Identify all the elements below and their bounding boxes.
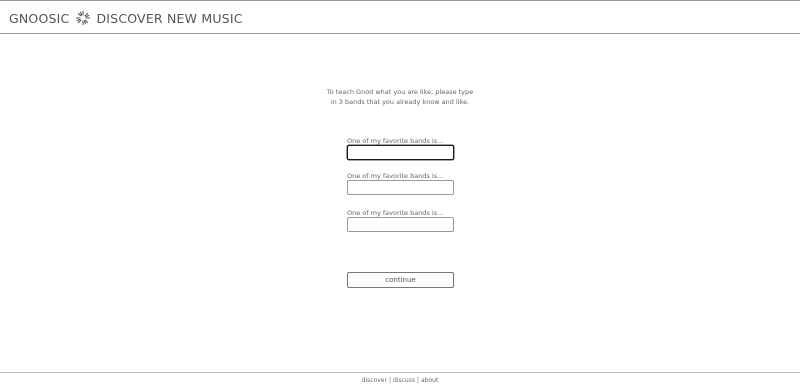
intro-text: To teach Gnod what you are like, please … — [300, 87, 500, 107]
footer-link-discover[interactable]: discover — [362, 377, 387, 384]
band-label-2: One of my favorite bands is... — [347, 172, 444, 180]
gnoosic-page: GNOOSIC DISCOVER NEW MUSIC To teach Gnod… — [0, 0, 800, 389]
footer-link-discuss[interactable]: discuss — [393, 377, 415, 384]
band-field-group-1: One of my favorite bands is... — [347, 137, 454, 160]
brand-home-link[interactable]: GNOOSIC DISCOVER NEW MUSIC — [9, 9, 243, 27]
asterisk-burst-icon — [75, 10, 91, 26]
band-label-3: One of my favorite bands is... — [347, 209, 444, 217]
brand-name: GNOOSIC — [9, 10, 70, 26]
footer-separator: | — [416, 377, 419, 384]
band-input-2[interactable] — [347, 180, 454, 195]
footer-separator: | — [388, 377, 391, 384]
footer-nav: discover | discuss | about — [0, 377, 800, 385]
footer-link-about[interactable]: about — [421, 377, 438, 384]
intro-line-2: in 3 bands that you already know and lik… — [330, 98, 470, 106]
intro-line-1: To teach Gnod what you are like, please … — [326, 88, 474, 96]
band-field-group-2: One of my favorite bands is... — [347, 172, 454, 195]
continue-button[interactable]: continue — [347, 272, 454, 288]
brand-tagline: DISCOVER NEW MUSIC — [96, 10, 243, 26]
footer-rule — [0, 372, 800, 373]
band-field-group-3: One of my favorite bands is... — [347, 209, 454, 232]
band-label-1: One of my favorite bands is... — [347, 137, 444, 145]
header-bar: GNOOSIC DISCOVER NEW MUSIC — [0, 1, 800, 34]
band-input-3[interactable] — [347, 217, 454, 232]
band-input-1[interactable] — [347, 145, 454, 160]
